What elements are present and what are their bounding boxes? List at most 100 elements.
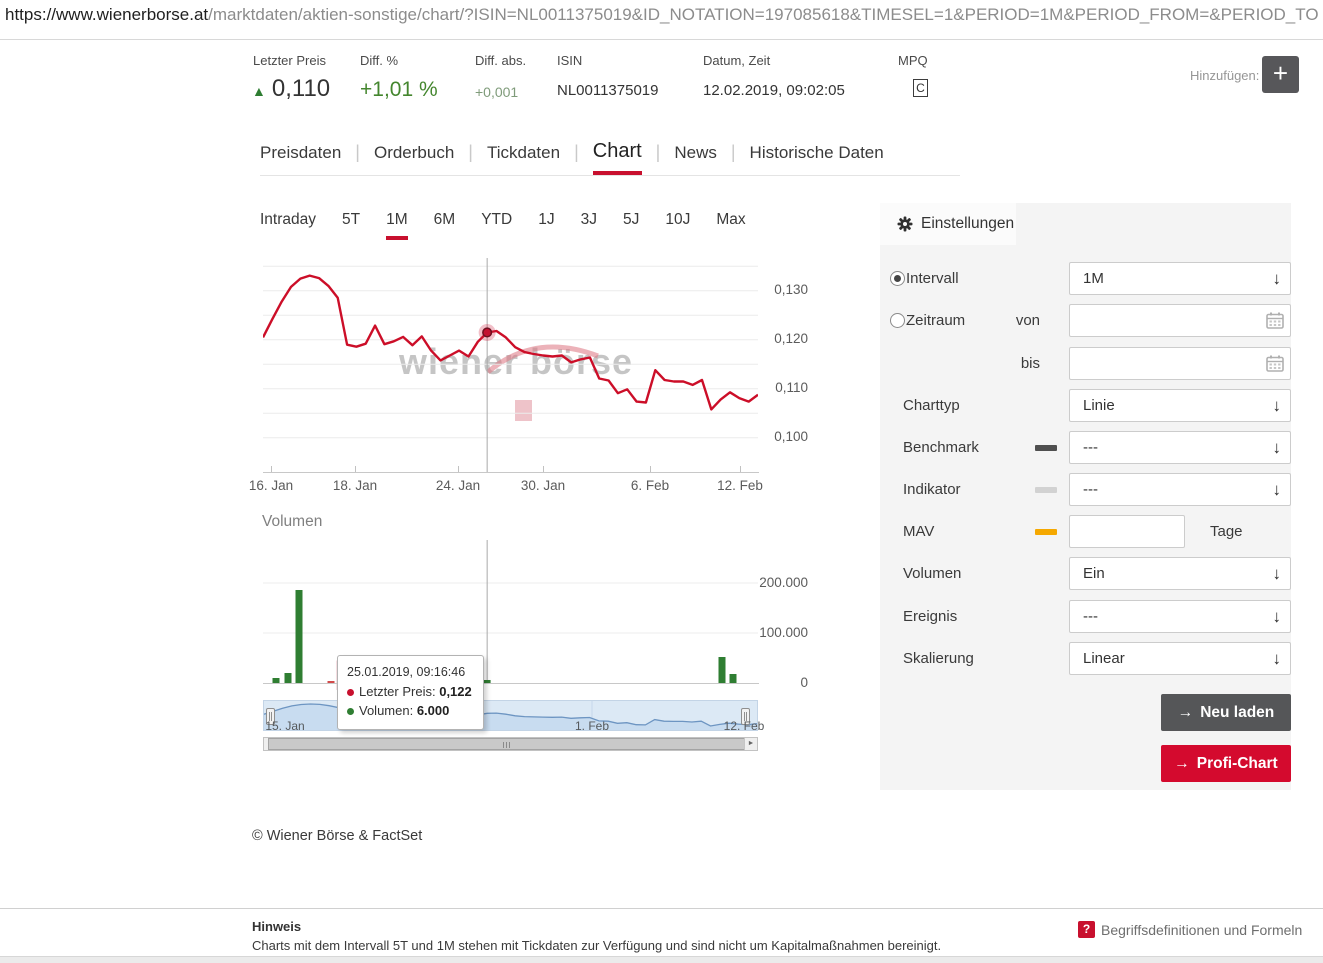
period-1m[interactable]: 1M bbox=[386, 211, 408, 240]
url-domain: https://www.wienerborse.at bbox=[5, 5, 208, 24]
price-x-tick bbox=[543, 466, 544, 472]
volume-bar bbox=[730, 674, 737, 683]
zeitraum-label: Zeitraum bbox=[906, 304, 965, 337]
period-1j[interactable]: 1J bbox=[538, 211, 554, 240]
price-x-tick-label: 16. Jan bbox=[236, 478, 306, 493]
charttyp-dropdown[interactable]: Linie ↓ bbox=[1069, 389, 1291, 422]
period-5t[interactable]: 5T bbox=[342, 211, 360, 240]
settings-row-zeitraum-bis: bis bbox=[880, 347, 1291, 380]
skalierung-value: Linear bbox=[1083, 650, 1125, 667]
settings-row-zeitraum-von: Zeitraum von bbox=[880, 304, 1291, 337]
volume-y-tick-label: 100.000 bbox=[756, 625, 808, 640]
intervall-label: Intervall bbox=[906, 262, 959, 295]
tab-preisdaten[interactable]: Preisdaten bbox=[260, 137, 341, 175]
settings-row-indikator: Indikator --- ↓ bbox=[880, 473, 1291, 506]
intervall-dropdown[interactable]: 1M ↓ bbox=[1069, 262, 1291, 295]
volume-y-tick-label: 200.000 bbox=[756, 575, 808, 590]
scroll-right-arrow-icon[interactable]: ► bbox=[744, 738, 757, 750]
price-x-tick-label: 6. Feb bbox=[615, 478, 685, 493]
intervall-radio[interactable] bbox=[890, 271, 905, 286]
tab-separator: | bbox=[731, 142, 736, 175]
date-to-input[interactable] bbox=[1078, 351, 1258, 376]
price-bullet-icon bbox=[347, 689, 354, 696]
mpq-value-badge: C bbox=[913, 79, 928, 97]
price-x-tick bbox=[355, 466, 356, 472]
mav-suffix-label: Tage bbox=[1210, 515, 1243, 548]
calendar-icon[interactable] bbox=[1266, 312, 1284, 329]
benchmark-dropdown[interactable]: --- ↓ bbox=[1069, 431, 1291, 464]
period-selector: Intraday 5T 1M 6M YTD 1J 3J 5J 10J Max bbox=[260, 211, 746, 240]
price-x-tick bbox=[740, 466, 741, 472]
marker-dot bbox=[483, 328, 492, 337]
tab-orderbuch[interactable]: Orderbuch bbox=[374, 137, 454, 175]
browser-address-bar[interactable]: https://www.wienerborse.at/marktdaten/ak… bbox=[0, 0, 1323, 40]
datetime-value: 12.02.2019, 09:02:05 bbox=[703, 82, 845, 99]
volumen-dropdown[interactable]: Ein ↓ bbox=[1069, 557, 1291, 590]
calendar-icon[interactable] bbox=[1266, 355, 1284, 372]
diff-abs-value: +0,001 bbox=[475, 84, 518, 100]
profi-chart-button[interactable]: →Profi-Chart bbox=[1161, 745, 1291, 782]
help-question-icon[interactable]: ? bbox=[1078, 921, 1095, 938]
settings-row-benchmark: Benchmark --- ↓ bbox=[880, 431, 1291, 464]
tab-tickdaten[interactable]: Tickdaten bbox=[487, 137, 560, 175]
scrollbar-thumb[interactable] bbox=[268, 738, 746, 750]
price-x-tick-labels: 16. Jan18. Jan24. Jan30. Jan6. Feb12. Fe… bbox=[263, 466, 759, 498]
intervall-value: 1M bbox=[1083, 270, 1104, 287]
navigator-date-label: 15. Jan bbox=[265, 719, 304, 733]
label-diff-pct: Diff. % bbox=[360, 53, 398, 68]
skalierung-label: Skalierung bbox=[903, 642, 974, 675]
chart-scrollbar[interactable]: ◄ ► bbox=[263, 737, 758, 751]
label-isin: ISIN bbox=[557, 53, 582, 68]
mav-days-input[interactable] bbox=[1069, 515, 1185, 548]
period-5j[interactable]: 5J bbox=[623, 211, 639, 240]
volumen-value: Ein bbox=[1083, 565, 1105, 582]
label-diff-abs: Diff. abs. bbox=[475, 53, 526, 68]
mav-color-swatch bbox=[1035, 529, 1057, 535]
period-6m[interactable]: 6M bbox=[434, 211, 456, 240]
period-3j[interactable]: 3J bbox=[581, 211, 597, 240]
definitions-link[interactable]: Begriffsdefinitionen und Formeln bbox=[1101, 922, 1302, 938]
ereignis-label: Ereignis bbox=[903, 600, 957, 633]
bis-label: bis bbox=[990, 347, 1040, 380]
date-from-input[interactable] bbox=[1078, 308, 1258, 333]
price-x-tick-label: 12. Feb bbox=[705, 478, 775, 493]
period-ytd[interactable]: YTD bbox=[481, 211, 512, 240]
navigator-date-label: 12. Feb bbox=[724, 719, 765, 733]
period-max[interactable]: Max bbox=[716, 211, 745, 240]
diff-pct-value: +1,01 % bbox=[360, 78, 438, 102]
price-chart[interactable] bbox=[263, 258, 758, 473]
volumen-label: Volumen bbox=[903, 557, 961, 590]
reload-button[interactable]: →Neu laden bbox=[1161, 694, 1291, 731]
zeitraum-radio[interactable] bbox=[890, 313, 905, 328]
divider bbox=[0, 908, 1323, 909]
period-10j[interactable]: 10J bbox=[665, 211, 690, 240]
volume-bar bbox=[719, 657, 726, 683]
chevron-down-icon: ↓ bbox=[1273, 263, 1282, 294]
mav-label: MAV bbox=[903, 515, 934, 548]
date-to-box[interactable] bbox=[1069, 347, 1291, 380]
period-intraday[interactable]: Intraday bbox=[260, 211, 316, 240]
date-from-box[interactable] bbox=[1069, 304, 1291, 337]
volume-y-labels: 200.000100.0000 bbox=[756, 540, 808, 683]
chevron-down-icon: ↓ bbox=[1273, 432, 1282, 463]
tab-chart[interactable]: Chart bbox=[593, 134, 642, 175]
indikator-dropdown[interactable]: --- ↓ bbox=[1069, 473, 1291, 506]
price-y-tick-label: 0,100 bbox=[756, 429, 808, 444]
page: https://www.wienerborse.at/marktdaten/ak… bbox=[0, 0, 1323, 963]
price-y-tick-label: 0,120 bbox=[756, 331, 808, 346]
settings-row-intervall: Intervall 1M ↓ bbox=[880, 262, 1291, 295]
tooltip-price-value: 0,122 bbox=[439, 684, 472, 699]
tab-news[interactable]: News bbox=[674, 137, 717, 175]
price-up-arrow-icon: ▲ bbox=[252, 83, 266, 99]
skalierung-dropdown[interactable]: Linear ↓ bbox=[1069, 642, 1291, 675]
tab-historische-daten[interactable]: Historische Daten bbox=[750, 137, 884, 175]
volume-section-title: Volumen bbox=[262, 513, 322, 531]
tab-separator: | bbox=[656, 142, 661, 175]
ereignis-dropdown[interactable]: --- ↓ bbox=[1069, 600, 1291, 633]
benchmark-value: --- bbox=[1083, 439, 1098, 456]
settings-row-skalierung: Skalierung Linear ↓ bbox=[880, 642, 1291, 675]
tooltip-volume-label: Volumen: bbox=[359, 703, 413, 718]
add-button[interactable]: + bbox=[1262, 56, 1299, 93]
bottom-strip bbox=[0, 956, 1323, 963]
benchmark-label: Benchmark bbox=[903, 431, 979, 464]
